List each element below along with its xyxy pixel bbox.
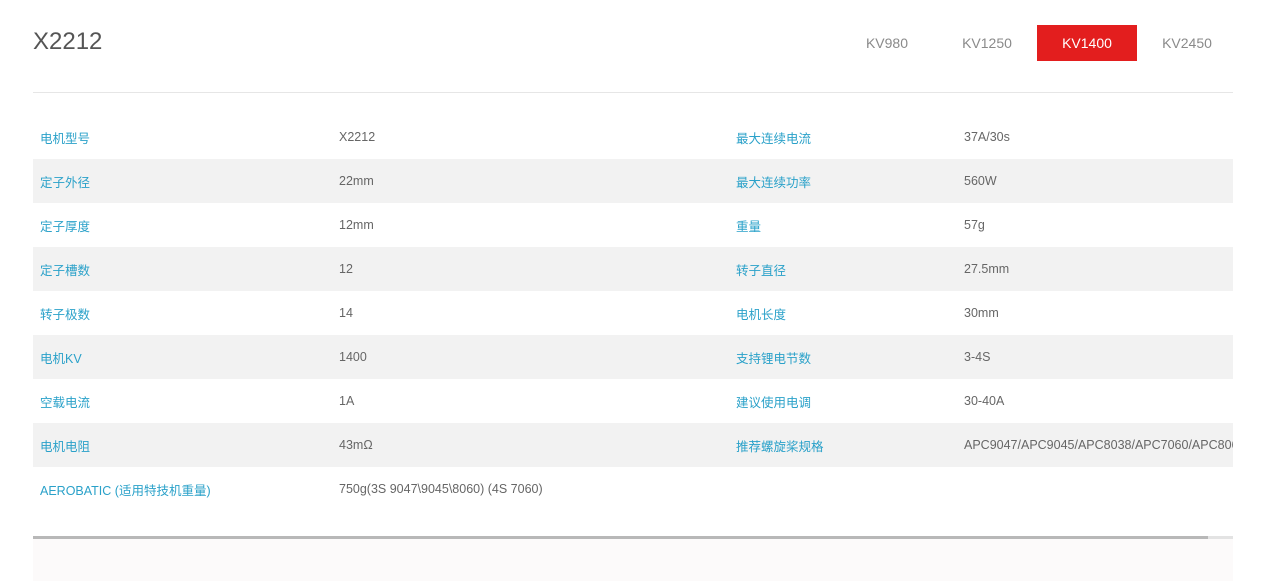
spec-label: 转子直径 bbox=[736, 263, 787, 278]
spec-label: 推荐螺旋桨规格 bbox=[736, 439, 824, 454]
spec-value: 12mm bbox=[339, 218, 374, 232]
spec-row: 定子厚度 12mm 重量 57g bbox=[33, 203, 1233, 247]
spec-value: 22mm bbox=[339, 174, 374, 188]
spec-value: APC9047/APC9045/APC8038/APC7060/APC8060 bbox=[964, 438, 1233, 452]
spec-value: 12 bbox=[339, 262, 353, 276]
tab-kv1250[interactable]: KV1250 bbox=[937, 25, 1037, 61]
tab-kv1400[interactable]: KV1400 bbox=[1037, 25, 1137, 61]
spec-label: 定子厚度 bbox=[40, 219, 91, 234]
spec-label: 电机电阻 bbox=[40, 439, 91, 454]
spec-value: 14 bbox=[339, 306, 353, 320]
spec-value: 30mm bbox=[964, 306, 999, 320]
spec-label: 转子极数 bbox=[40, 307, 91, 322]
spec-label: 支持锂电节数 bbox=[736, 351, 812, 366]
spec-label: 电机KV bbox=[40, 351, 82, 366]
spec-row: 定子槽数 12 转子直径 27.5mm bbox=[33, 247, 1233, 291]
header-divider bbox=[33, 92, 1233, 93]
tab-kv980[interactable]: KV980 bbox=[837, 25, 937, 61]
spec-value: 27.5mm bbox=[964, 262, 1010, 276]
spec-label: 定子外径 bbox=[40, 175, 91, 190]
spec-value: 560W bbox=[964, 174, 997, 188]
spec-label: 重量 bbox=[736, 219, 762, 234]
spec-value: 43mΩ bbox=[339, 438, 373, 452]
spec-row: 电机电阻 43mΩ 推荐螺旋桨规格 APC9047/APC9045/APC803… bbox=[33, 423, 1233, 467]
spec-row: 定子外径 22mm 最大连续功率 560W bbox=[33, 159, 1233, 203]
spec-row: 空载电流 1A 建议使用电调 30-40A bbox=[33, 379, 1233, 423]
spec-row: 电机KV 1400 支持锂电节数 3-4S bbox=[33, 335, 1233, 379]
spec-row: 电机型号 X2212 最大连续电流 37A/30s bbox=[33, 115, 1233, 159]
spec-row: AEROBATIC (适用特技机重量) 750g(3S 9047\9045\80… bbox=[33, 467, 1233, 511]
spec-label: 建议使用电调 bbox=[736, 395, 812, 410]
spec-label: 空载电流 bbox=[40, 395, 91, 410]
bottom-panel bbox=[33, 539, 1233, 581]
spec-table: 电机型号 X2212 最大连续电流 37A/30s 定子外径 22mm 最大连续… bbox=[33, 115, 1233, 511]
spec-value: 1400 bbox=[339, 350, 367, 364]
spec-label: 电机长度 bbox=[736, 307, 787, 322]
spec-value: 750g(3S 9047\9045\8060) (4S 7060) bbox=[339, 482, 543, 496]
spec-value: 30-40A bbox=[964, 394, 1005, 408]
kv-variant-tabs: KV980 KV1250 KV1400 KV2450 bbox=[837, 25, 1237, 61]
spec-value: X2212 bbox=[339, 130, 376, 144]
spec-value: 1A bbox=[339, 394, 355, 408]
spec-label: 电机型号 bbox=[40, 131, 91, 146]
spec-label: 定子槽数 bbox=[40, 263, 91, 278]
spec-label: AEROBATIC (适用特技机重量) bbox=[40, 483, 211, 498]
tab-kv2450[interactable]: KV2450 bbox=[1137, 25, 1237, 61]
product-title: X2212 bbox=[33, 28, 103, 55]
spec-label: 最大连续功率 bbox=[736, 175, 812, 190]
spec-value: 37A/30s bbox=[964, 130, 1010, 144]
spec-value: 3-4S bbox=[964, 350, 991, 364]
spec-value: 57g bbox=[964, 218, 985, 232]
spec-row: 转子极数 14 电机长度 30mm bbox=[33, 291, 1233, 335]
spec-label: 最大连续电流 bbox=[736, 131, 812, 146]
